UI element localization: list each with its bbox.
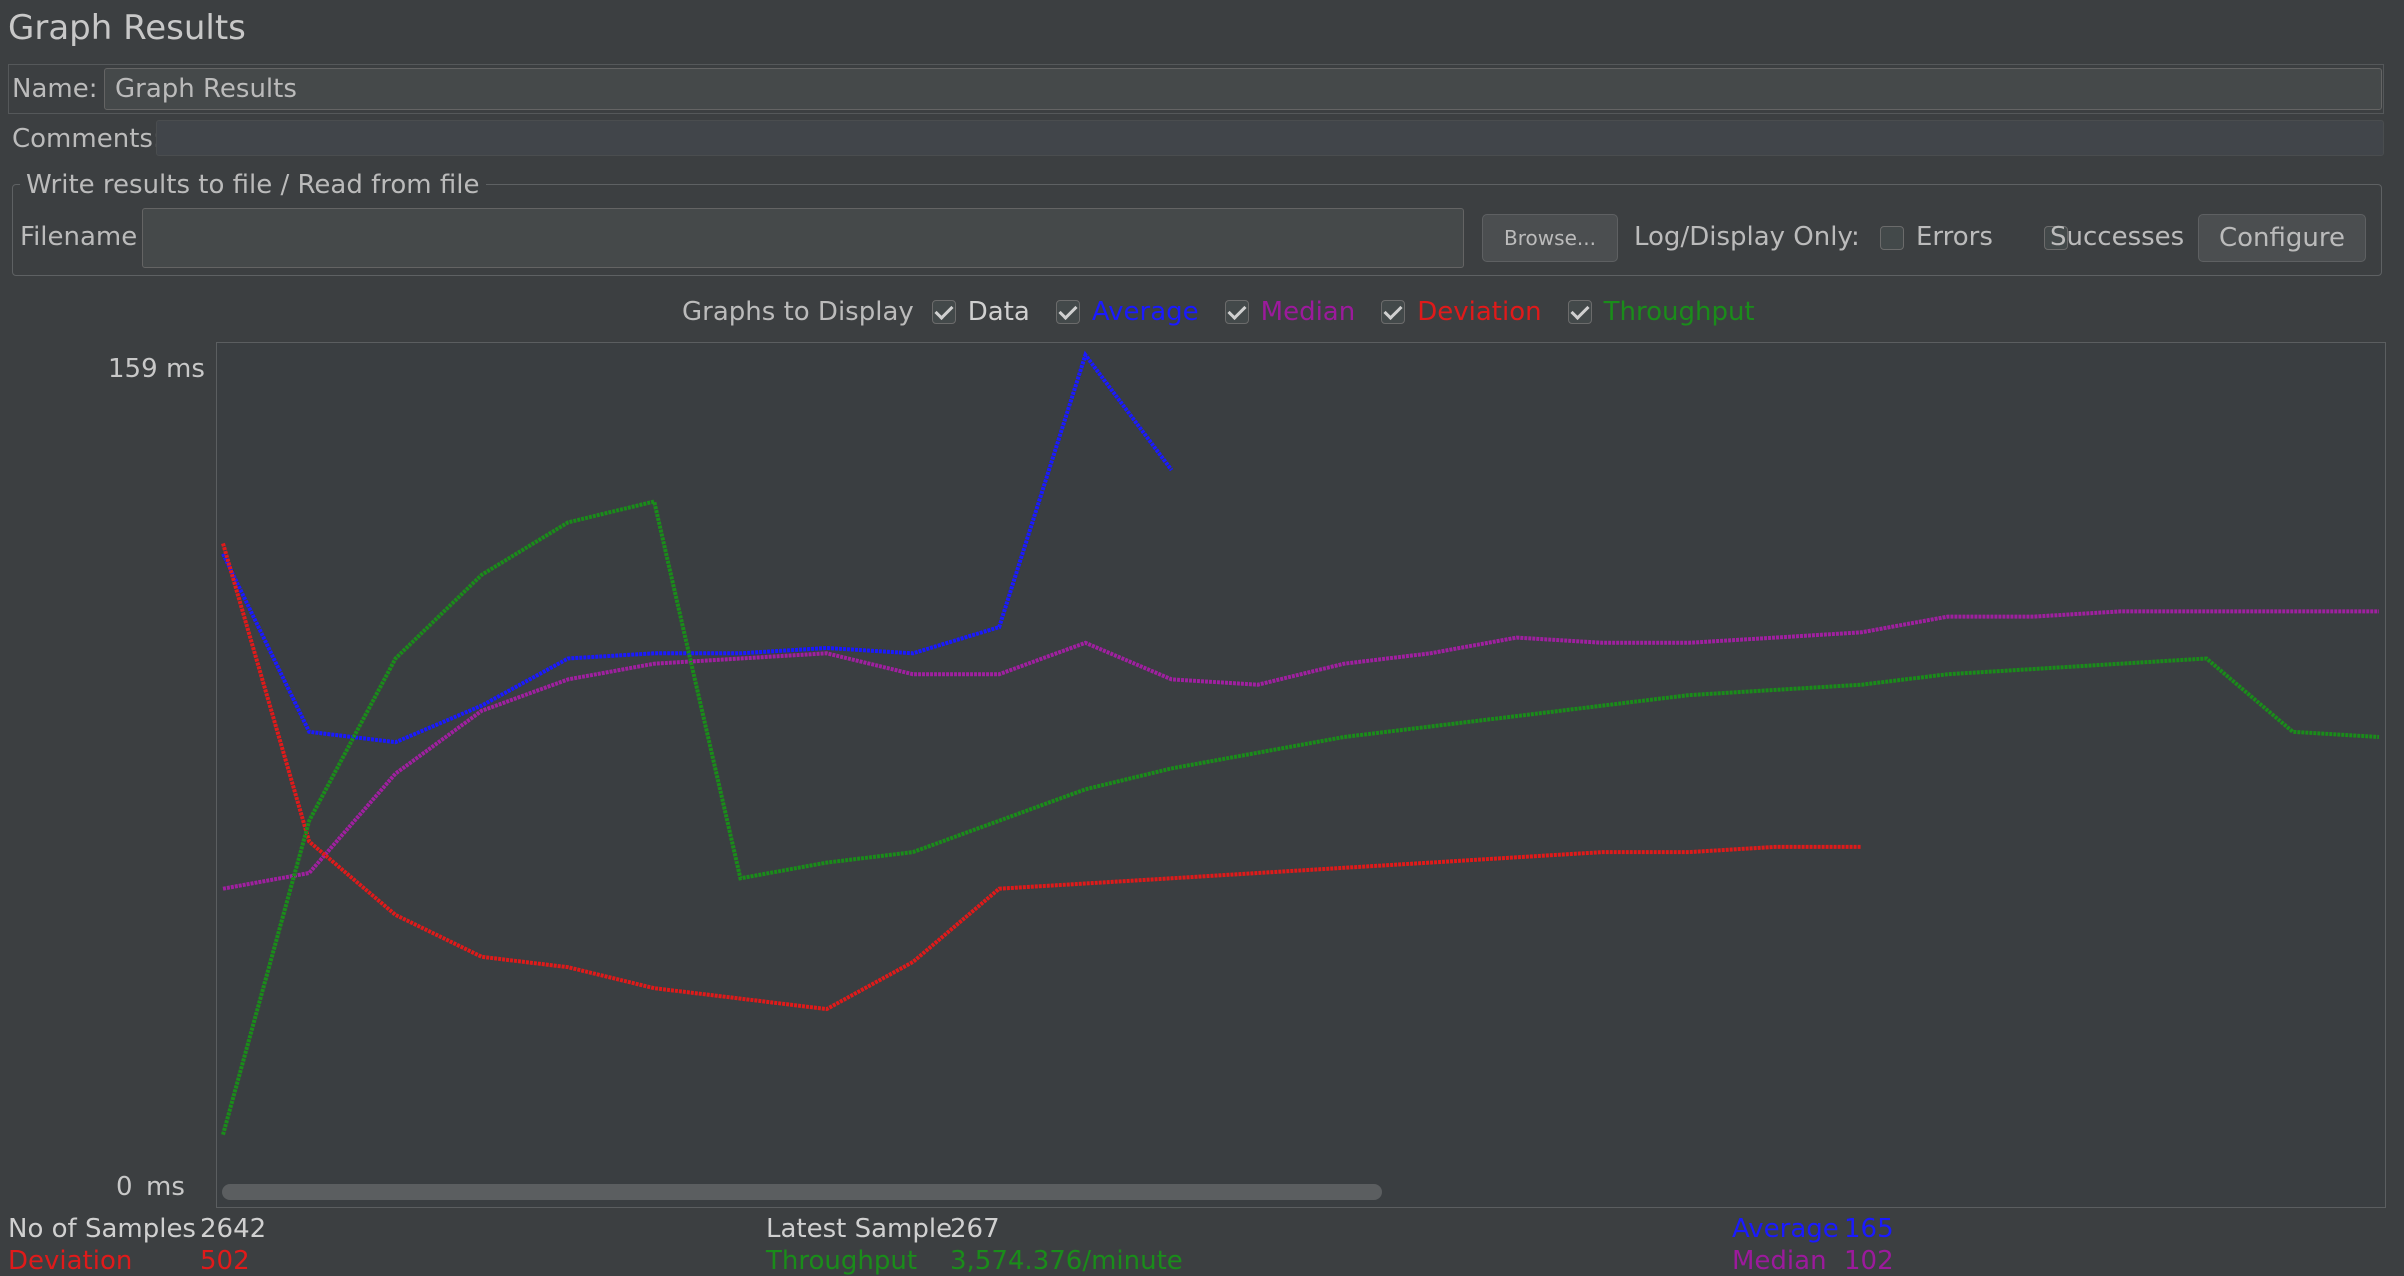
deviation-checkbox[interactable] [1381, 300, 1406, 324]
y-axis-top-value: 159 [108, 354, 158, 384]
log-display-label: Log/Display Only: [1634, 222, 1860, 252]
panel-title: Graph Results [8, 8, 246, 48]
latest-sample-label: Latest Sample [766, 1214, 953, 1244]
throughput-checkbox[interactable] [1567, 300, 1592, 324]
graphs-to-display-bar: Graphs to Display Data Average Median De… [682, 294, 1755, 330]
errors-label[interactable]: Errors [1916, 222, 1993, 252]
samples-label: No of Samples [8, 1214, 196, 1244]
average-option-label[interactable]: Average [1092, 297, 1199, 327]
median-stat-label: Median [1732, 1246, 1827, 1276]
series-line-median [222, 609, 2379, 891]
file-fieldset-legend: Write results to file / Read from file [20, 170, 486, 200]
filename-input[interactable] [142, 208, 1464, 268]
y-axis-top-unit: ms [166, 354, 205, 384]
y-axis-bottom-value: 0 [116, 1172, 133, 1202]
configure-button[interactable]: Configure [2198, 214, 2366, 262]
throughput-option-label[interactable]: Throughput [1604, 297, 1755, 327]
series-line-deviation [221, 542, 1862, 1012]
median-stat-value: 102 [1844, 1246, 1894, 1276]
graph-area [216, 342, 2386, 1208]
data-option-label[interactable]: Data [968, 297, 1030, 327]
y-axis-bottom-unit: ms [146, 1172, 185, 1202]
browse-button[interactable]: Browse... [1482, 214, 1618, 262]
comments-input[interactable] [156, 120, 2384, 156]
graphs-to-display-label: Graphs to Display [682, 297, 914, 327]
horizontal-scrollbar[interactable] [222, 1184, 1382, 1200]
successes-label[interactable]: Successes [2050, 222, 2184, 252]
throughput-stat-label: Throughput [766, 1246, 918, 1276]
samples-value: 2642 [200, 1214, 267, 1244]
name-input[interactable] [104, 68, 2382, 110]
average-stat-value: 165 [1844, 1214, 1894, 1244]
throughput-stat-value: 3,574.376/minute [950, 1246, 1183, 1276]
median-checkbox[interactable] [1224, 300, 1249, 324]
comments-label: Comments: [12, 124, 162, 154]
median-option-label[interactable]: Median [1261, 297, 1356, 327]
deviation-stat-label: Deviation [8, 1246, 133, 1276]
deviation-stat-value: 502 [200, 1246, 250, 1276]
average-checkbox[interactable] [1055, 300, 1080, 324]
graph-svg [221, 350, 2380, 1136]
data-checkbox[interactable] [931, 300, 956, 324]
name-label: Name: [12, 74, 98, 104]
average-stat-label: Average [1732, 1214, 1839, 1244]
errors-checkbox[interactable] [1880, 226, 1904, 250]
latest-sample-value: 267 [950, 1214, 1000, 1244]
deviation-option-label[interactable]: Deviation [1417, 297, 1541, 327]
series-line-throughput [221, 499, 2380, 1136]
filename-label: Filename [20, 222, 138, 252]
